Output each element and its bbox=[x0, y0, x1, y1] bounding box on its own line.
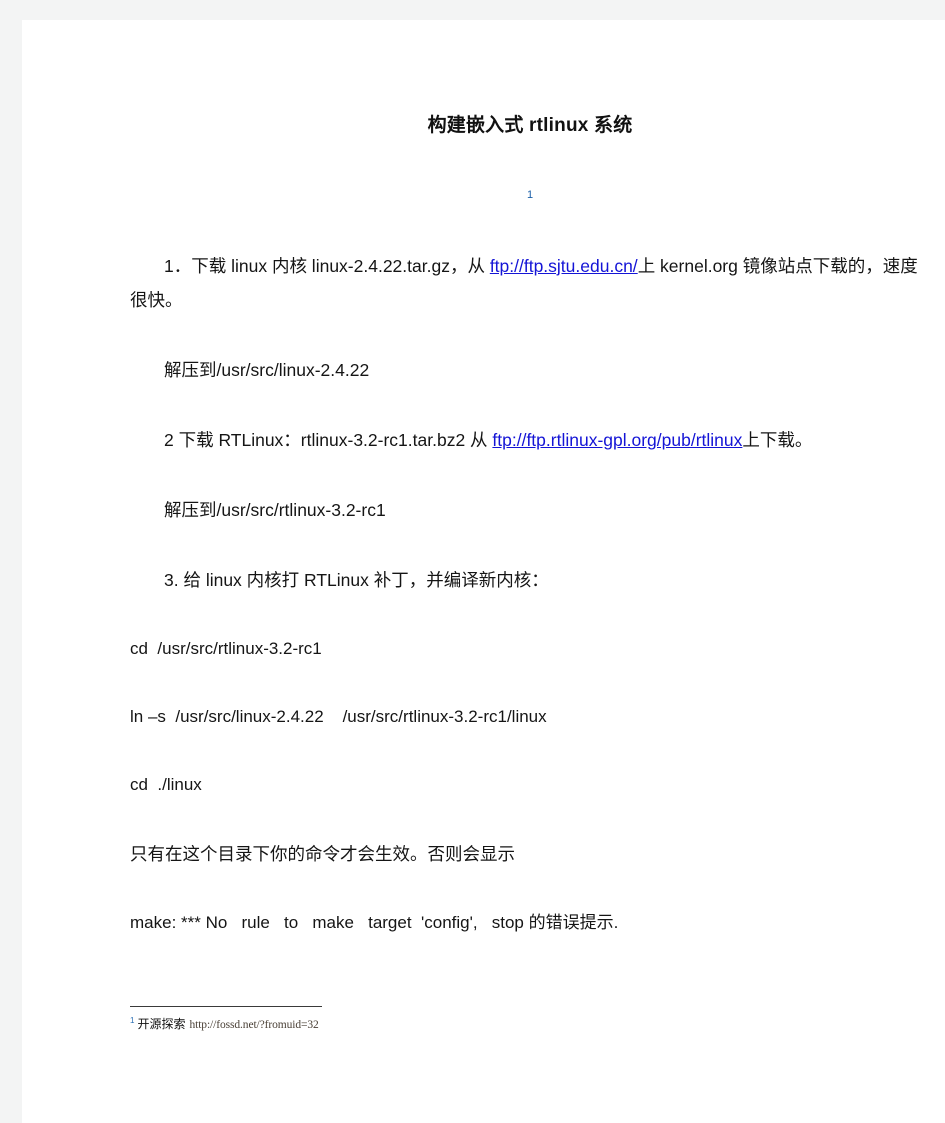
paragraph-text: 解压到/usr/src/linux-2.4.22 bbox=[164, 360, 370, 380]
paragraph-step-2: 2 下载 RTLinux：rtlinux-3.2-rc1.tar.bz2 从 f… bbox=[130, 423, 930, 457]
command-text: cd /usr/src/rtlinux-3.2-rc1 bbox=[130, 639, 322, 658]
text-run: 1．下载 linux 内核 linux-2.4.22.tar.gz，从 bbox=[164, 256, 490, 276]
footnote-body: 1 开源探索 http://fossd.net/?fromuid=32 bbox=[130, 1013, 890, 1033]
footnote-separator bbox=[130, 1006, 322, 1007]
paragraph-text: 只有在这个目录下你的命令才会生效。否则会显示 bbox=[130, 844, 515, 864]
paragraph-text: 3. 给 linux 内核打 RTLinux 补丁，并编译新内核： bbox=[164, 570, 549, 590]
paragraph-step-1: 1．下载 linux 内核 linux-2.4.22.tar.gz，从 ftp:… bbox=[130, 249, 930, 317]
footnote-reference-number: 1 bbox=[526, 189, 534, 201]
paragraph-text: 解压到/usr/src/rtlinux-3.2-rc1 bbox=[164, 500, 386, 520]
paragraph-error-message: make: *** No rule to make target 'config… bbox=[130, 907, 930, 939]
paragraph-note-directory: 只有在这个目录下你的命令才会生效。否则会显示 bbox=[130, 837, 930, 871]
link-ftp-sjtu[interactable]: ftp://ftp.sjtu.edu.cn/ bbox=[490, 256, 638, 276]
paragraph-extract-2: 解压到/usr/src/rtlinux-3.2-rc1 bbox=[130, 493, 930, 527]
page-title: 构建嵌入式 rtlinux 系统 bbox=[427, 115, 633, 136]
command-cd-rtlinux: cd /usr/src/rtlinux-3.2-rc1 bbox=[130, 633, 930, 665]
text-run: 上下载。 bbox=[742, 430, 813, 450]
link-ftp-rtlinux-gpl[interactable]: ftp://ftp.rtlinux-gpl.org/pub/rtlinux bbox=[492, 430, 742, 450]
footnote-label: 开源探索 bbox=[137, 1016, 186, 1031]
document-page: 构建嵌入式 rtlinux 系统 1 1．下载 linux 内核 linux-2… bbox=[22, 20, 945, 1123]
paragraph-step-3: 3. 给 linux 内核打 RTLinux 补丁，并编译新内核： bbox=[130, 563, 930, 597]
text-run: 2 下载 RTLinux：rtlinux-3.2-rc1.tar.bz2 从 bbox=[164, 430, 493, 450]
footnote: 1 开源探索 http://fossd.net/?fromuid=32 bbox=[130, 1006, 890, 1033]
document-content: 构建嵌入式 rtlinux 系统 1 1．下载 linux 内核 linux-2… bbox=[130, 20, 930, 956]
paragraph-text: 2 下载 RTLinux：rtlinux-3.2-rc1.tar.bz2 从 f… bbox=[130, 423, 930, 457]
error-text: make: *** No rule to make target 'config… bbox=[130, 913, 619, 932]
command-text: ln –s /usr/src/linux-2.4.22 /usr/src/rtl… bbox=[130, 707, 547, 726]
footnote-url[interactable]: http://fossd.net/?fromuid=32 bbox=[189, 1019, 318, 1031]
command-cd-linux: cd ./linux bbox=[130, 769, 930, 801]
command-text: cd ./linux bbox=[130, 775, 202, 794]
paragraph-text: 1．下载 linux 内核 linux-2.4.22.tar.gz，从 ftp:… bbox=[130, 249, 930, 317]
command-ln-s: ln –s /usr/src/linux-2.4.22 /usr/src/rtl… bbox=[130, 701, 930, 733]
paragraph-extract-1: 解压到/usr/src/linux-2.4.22 bbox=[130, 353, 930, 387]
footnote-marker: 1 bbox=[130, 1016, 135, 1025]
